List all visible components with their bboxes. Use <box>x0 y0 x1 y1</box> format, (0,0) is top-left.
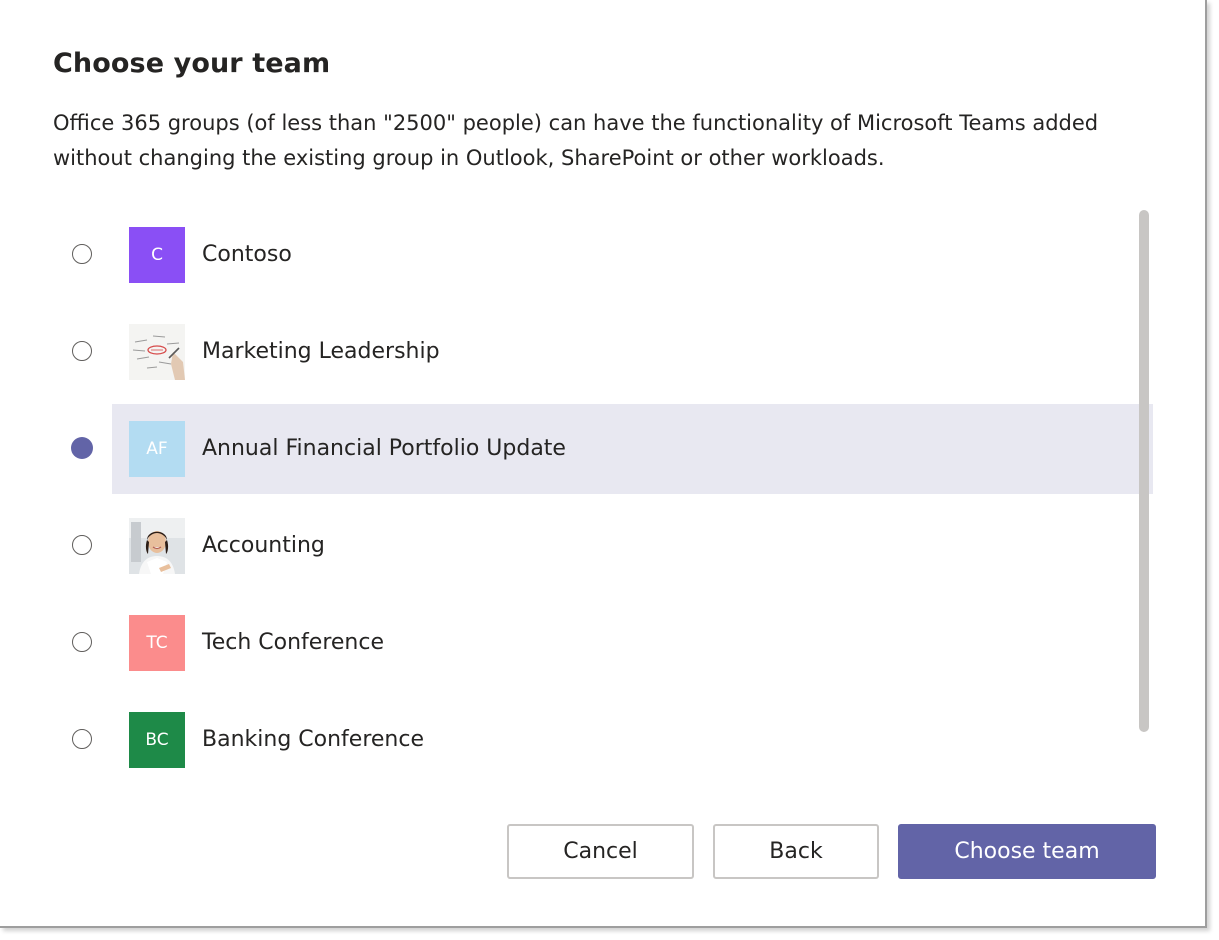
radio-annual-financial-portfolio-update[interactable] <box>71 437 93 459</box>
back-button[interactable]: Back <box>713 824 879 879</box>
team-row-marketing-leadership[interactable]: Marketing Leadership <box>72 307 1153 397</box>
radio-banking-conference[interactable] <box>72 729 92 749</box>
team-avatar-initials: BC <box>145 730 169 750</box>
team-name-contoso: Contoso <box>202 242 292 267</box>
team-name-marketing-leadership: Marketing Leadership <box>202 339 440 364</box>
team-row-annual-financial-portfolio-update[interactable]: AF Annual Financial Portfolio Update <box>71 404 1153 494</box>
team-name-banking-conference: Banking Conference <box>202 727 424 752</box>
cancel-button[interactable]: Cancel <box>507 824 694 879</box>
team-list-scrollbar[interactable] <box>1139 210 1149 732</box>
team-name-annual-financial-portfolio-update: Annual Financial Portfolio Update <box>202 436 566 461</box>
team-avatar-initials: AF <box>146 439 168 459</box>
team-name-tech-conference: Tech Conference <box>202 630 384 655</box>
team-row-accounting[interactable]: Accounting <box>72 501 1153 591</box>
team-list: C Contoso Marketing Leadership AF Annual… <box>60 208 1153 793</box>
team-avatar-banking-conference: BC <box>129 712 185 768</box>
choose-team-button[interactable]: Choose team <box>898 824 1156 879</box>
marketing-sketch-image <box>129 324 185 380</box>
person-photo-image <box>129 518 185 574</box>
choose-team-dialog: Choose your team Office 365 groups (of l… <box>0 0 1207 928</box>
scrollbar-thumb[interactable] <box>1139 210 1149 732</box>
team-avatar-annual-financial-portfolio-update: AF <box>129 421 185 477</box>
radio-contoso[interactable] <box>72 244 92 264</box>
team-row-contoso[interactable]: C Contoso <box>72 210 1153 300</box>
team-row-banking-conference[interactable]: BC Banking Conference <box>72 695 1153 785</box>
radio-accounting[interactable] <box>72 535 92 555</box>
team-name-accounting: Accounting <box>202 533 325 558</box>
dialog-title: Choose your team <box>53 48 331 79</box>
radio-marketing-leadership[interactable] <box>72 341 92 361</box>
team-avatar-contoso: C <box>129 227 185 283</box>
dialog-description: Office 365 groups (of less than "2500" p… <box>53 111 1099 170</box>
team-row-tech-conference[interactable]: TC Tech Conference <box>72 598 1153 688</box>
team-avatar-tech-conference: TC <box>129 615 185 671</box>
team-avatar-accounting <box>129 518 185 574</box>
team-avatar-marketing-leadership <box>129 324 185 380</box>
radio-tech-conference[interactable] <box>72 632 92 652</box>
team-avatar-initials: C <box>151 245 163 265</box>
team-avatar-initials: TC <box>146 633 168 653</box>
